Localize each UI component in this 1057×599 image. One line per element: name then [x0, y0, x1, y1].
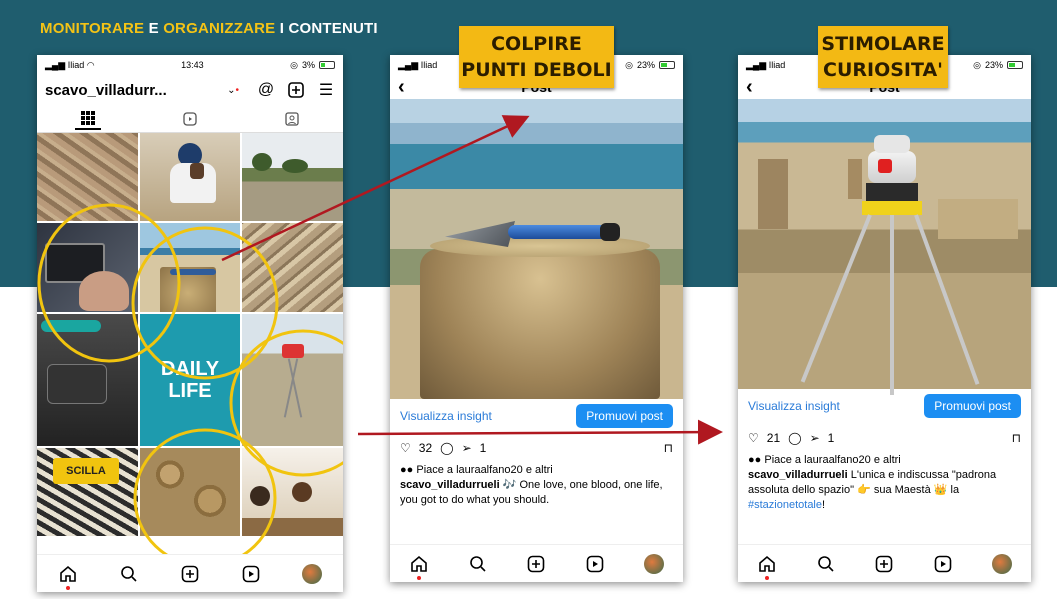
callout-colpire-line2: PUNTI DEBOLI — [461, 59, 612, 81]
profile-avatar[interactable] — [991, 553, 1013, 575]
bottom-nav — [738, 544, 1031, 582]
post-actions: ♡ 32 ◯ ➢ 1 ⊓ — [390, 433, 683, 463]
profile-tabs — [37, 105, 343, 133]
title-contenuti: I CONTENUTI — [275, 20, 378, 37]
bookmark-icon[interactable]: ⊓ — [664, 441, 673, 455]
search-icon[interactable] — [467, 553, 489, 575]
reels-tab-icon[interactable] — [177, 108, 203, 130]
wifi-icon: ◠ — [86, 59, 95, 70]
shares-count: 1 — [827, 431, 835, 445]
highlight-circles — [37, 203, 343, 556]
home-icon[interactable] — [756, 553, 778, 580]
insights-row: Visualizza insight Promuovi post — [738, 389, 1031, 423]
battery-percent: 3% — [301, 60, 315, 70]
liker-avatars: ●● — [748, 454, 762, 466]
location-icon: ◎ — [625, 59, 633, 70]
bottom-nav — [37, 554, 343, 592]
view-insights-link[interactable]: Visualizza insight — [748, 399, 840, 413]
caption-end: ! — [822, 499, 826, 511]
location-icon: ◎ — [290, 59, 298, 70]
promote-post-button[interactable]: Promuovi post — [924, 394, 1021, 418]
clock: 13:43 — [181, 60, 204, 70]
phone-post-1: ▂▄▆ Iliad ◎23% ‹ Post Visualizza insight… — [390, 55, 683, 582]
callout-colpire: COLPIRE PUNTI DEBOLI — [459, 26, 614, 88]
callout-stimolare-line1: STIMOLARE — [821, 33, 945, 55]
grid-tab-icon[interactable] — [75, 108, 101, 130]
battery-icon — [318, 61, 335, 69]
liked-by: ●● Piace a lauraalfano20 e altri — [738, 453, 1031, 468]
reels-icon[interactable] — [240, 563, 262, 585]
highlight-circle — [131, 226, 279, 380]
callout-stimolare-line2: CURIOSITA' — [823, 59, 943, 81]
profile-avatar[interactable] — [643, 553, 665, 575]
signal-icon: ▂▄▆ — [398, 59, 419, 70]
caption-username[interactable]: scavo_villadurrueli — [748, 469, 848, 481]
create-icon[interactable] — [873, 553, 895, 575]
caption-hashtag[interactable]: #stazionetotale — [748, 499, 822, 511]
view-insights-link[interactable]: Visualizza insight — [400, 409, 492, 423]
phone-profile: ▂▄▆ Iliad ◠ 13:43 ◎ 3% scavo_villadurr...… — [37, 55, 343, 592]
battery-icon — [659, 61, 675, 69]
search-icon[interactable] — [815, 553, 837, 575]
liked-by-text[interactable]: Piace a lauraalfano20 e altri — [764, 454, 900, 466]
callout-stimolare: STIMOLARE CURIOSITA' — [818, 26, 948, 88]
chevron-down-icon[interactable]: ⌄• — [227, 85, 239, 96]
insights-row: Visualizza insight Promuovi post — [390, 399, 683, 433]
slide: MONITORARE E ORGANIZZARE I CONTENUTI ▂▄▆… — [0, 0, 1057, 599]
title-e: E — [144, 20, 164, 37]
profile-header: scavo_villadurr... ⌄• @ ☰ — [37, 75, 343, 105]
profile-avatar[interactable] — [301, 563, 323, 585]
home-icon[interactable] — [408, 553, 430, 580]
like-icon[interactable]: ♡ — [400, 441, 411, 455]
slide-title: MONITORARE E ORGANIZZARE I CONTENUTI — [40, 20, 378, 37]
likes-count: 32 — [418, 441, 433, 455]
liked-by-text[interactable]: Piace a lauraalfano20 e altri — [416, 464, 552, 476]
phone-post-2: ▂▄▆ Iliad ◎23% ‹ Post Visualizza insight… — [738, 55, 1031, 582]
reels-icon[interactable] — [932, 553, 954, 575]
caption-username[interactable]: scavo_villadurrueli — [400, 479, 500, 491]
comment-icon[interactable]: ◯ — [440, 441, 453, 455]
threads-icon[interactable]: @ — [257, 81, 275, 99]
signal-icon: ▂▄▆ — [45, 59, 66, 70]
comment-icon[interactable]: ◯ — [788, 431, 801, 445]
post-actions: ♡ 21 ◯ ➢ 1 ⊓ — [738, 423, 1031, 453]
carrier-label: Iliad — [67, 59, 85, 70]
likes-count: 21 — [766, 431, 781, 445]
reels-icon[interactable] — [584, 553, 606, 575]
highlight-circle — [37, 203, 181, 363]
home-icon[interactable] — [57, 563, 79, 590]
tagged-tab-icon[interactable] — [279, 108, 305, 130]
create-icon[interactable] — [179, 563, 201, 585]
shares-count: 1 — [479, 441, 487, 455]
post-caption: scavo_villadurrueli L'unica e indiscussa… — [738, 468, 1031, 513]
battery-percent: 23% — [636, 60, 655, 70]
post-image-total-station — [738, 99, 1031, 395]
title-organizzare: ORGANIZZARE — [163, 20, 276, 37]
title-monitorare: MONITORARE — [40, 20, 145, 37]
carrier-label: Iliad — [420, 59, 438, 70]
highlight-circle — [133, 428, 277, 556]
callout-colpire-line1: COLPIRE — [491, 33, 582, 55]
liked-by: ●● Piace a lauraalfano20 e altri — [390, 463, 683, 478]
liker-avatars: ●● — [400, 464, 414, 476]
search-icon[interactable] — [118, 563, 140, 585]
menu-icon[interactable]: ☰ — [317, 81, 335, 99]
status-bar: ▂▄▆ Iliad ◠ 13:43 ◎ 3% — [37, 55, 343, 75]
battery-icon — [1007, 61, 1023, 69]
share-icon[interactable]: ➢ — [810, 431, 820, 445]
highlight-circle — [229, 329, 343, 477]
carrier-label: Iliad — [768, 59, 786, 70]
bottom-nav — [390, 544, 683, 582]
signal-icon: ▂▄▆ — [746, 59, 767, 70]
share-icon[interactable]: ➢ — [462, 441, 472, 455]
bookmark-icon[interactable]: ⊓ — [1012, 431, 1021, 445]
location-icon: ◎ — [973, 59, 981, 70]
battery-percent: 23% — [984, 60, 1003, 70]
promote-post-button[interactable]: Promuovi post — [576, 404, 673, 428]
create-icon[interactable] — [525, 553, 547, 575]
like-icon[interactable]: ♡ — [748, 431, 759, 445]
add-post-icon[interactable] — [287, 81, 305, 99]
post-image-trowel — [390, 99, 683, 399]
post-caption: scavo_villadurrueli 🎶 One love, one bloo… — [390, 478, 683, 508]
